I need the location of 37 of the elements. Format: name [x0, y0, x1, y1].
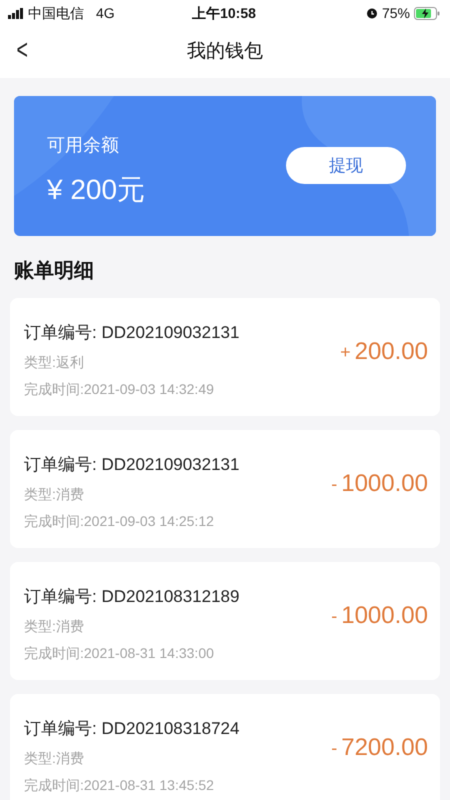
section-title: 账单明细 — [14, 259, 95, 284]
amount-sign: - — [331, 604, 338, 628]
order-number: 订单编号: DD202109032131 — [24, 322, 240, 344]
battery-icon — [414, 6, 440, 20]
bill-amount: 200.00 — [354, 337, 428, 367]
bill-amount: 1000.00 — [341, 469, 428, 499]
balance-amount: ¥ 200元 — [47, 173, 146, 207]
back-button[interactable]: < — [16, 36, 28, 64]
bill-card[interactable]: 订单编号: DD202109032131 类型:消费 完成时间:2021-09-03 14:25:12 - 1000.00 — [10, 430, 440, 548]
battery-percent: 75% — [382, 4, 410, 22]
amount-sign: + — [340, 340, 351, 364]
alarm-icon — [366, 7, 378, 19]
bill-amount: 1000.00 — [341, 601, 428, 631]
completion-time: 完成时间:2021-09-03 14:25:12 — [24, 512, 215, 530]
order-number: 订单编号: DD202109032131 — [24, 454, 240, 476]
bill-type: 类型:消费 — [24, 748, 85, 768]
bill-type: 类型:消费 — [24, 616, 85, 636]
bill-card[interactable]: 订单编号: DD202108318724 类型:消费 完成时间:2021-08-31 13:45:52 - 7200.00 — [10, 694, 440, 800]
network-type: 4G — [96, 4, 115, 22]
amount-sign: - — [331, 472, 338, 496]
order-number: 订单编号: DD202108318724 — [24, 718, 240, 740]
page-title: 我的钱包 — [187, 40, 263, 64]
order-number: 订单编号: DD202108312189 — [24, 586, 240, 608]
completion-time: 完成时间:2021-08-31 14:33:00 — [24, 644, 215, 662]
bill-type: 类型:消费 — [24, 484, 85, 504]
withdraw-button[interactable]: 提现 — [286, 147, 406, 184]
bill-card[interactable]: 订单编号: DD202109032131 类型:返利 完成时间:2021-09-03 14:32:49 + 200.00 — [10, 298, 440, 416]
bill-type: 类型:返利 — [24, 352, 85, 372]
balance-label: 可用余额 — [47, 134, 120, 157]
completion-time: 完成时间:2021-09-03 14:32:49 — [24, 380, 215, 398]
bill-amount: 7200.00 — [341, 733, 428, 763]
signal-icon — [8, 8, 24, 18]
amount-sign: - — [331, 736, 338, 760]
status-time: 上午10:58 — [192, 4, 256, 22]
carrier-name: 中国电信 — [28, 4, 84, 22]
completion-time: 完成时间:2021-08-31 13:45:52 — [24, 776, 215, 794]
bill-card[interactable]: 订单编号: DD202108312189 类型:消费 完成时间:2021-08-31 14:33:00 - 1000.00 — [10, 562, 440, 680]
